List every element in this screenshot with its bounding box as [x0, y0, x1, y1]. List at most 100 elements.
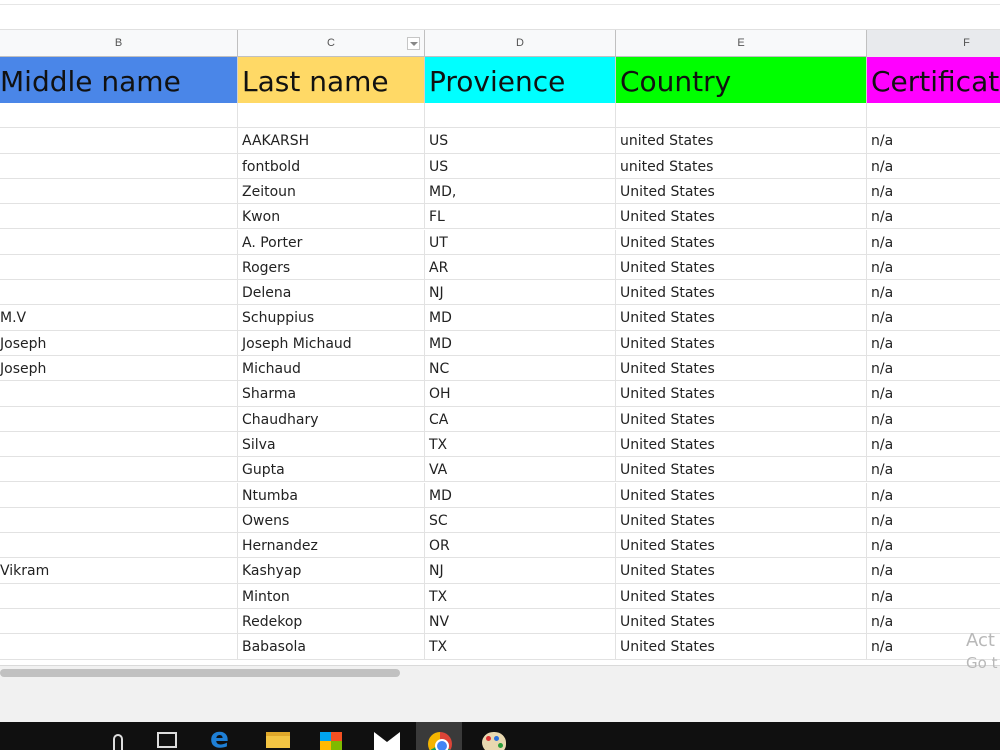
taskbar-file-explorer[interactable] — [254, 722, 300, 750]
cell-last-name[interactable]: Zeitoun — [238, 178, 425, 205]
cell-last-name[interactable]: Gupta — [238, 457, 425, 483]
cell-certificate[interactable]: n/a — [867, 432, 1000, 457]
filter-dropdown-icon[interactable] — [407, 37, 420, 50]
cell-middle-name[interactable]: Joseph — [0, 330, 238, 356]
cell-last-name[interactable]: Delena — [238, 280, 425, 306]
column-header-d[interactable]: D — [425, 30, 616, 57]
cell-last-name[interactable]: Silva — [238, 431, 425, 458]
column-header-c[interactable]: C — [238, 30, 425, 57]
cell-middle-name[interactable] — [0, 583, 238, 609]
cell-last-name[interactable]: Rogers — [238, 254, 425, 281]
cell-last-name[interactable] — [238, 103, 425, 129]
cell-certificate[interactable]: n/a — [867, 381, 1000, 406]
cell-province[interactable]: NV — [425, 609, 616, 635]
cell-province[interactable]: US — [425, 128, 616, 154]
cell-middle-name[interactable] — [0, 482, 238, 508]
cell-certificate[interactable]: n/a — [867, 255, 1000, 280]
cell-certificate[interactable]: n/a — [867, 483, 1000, 508]
cell-country[interactable]: United States — [616, 533, 867, 559]
taskbar-mail[interactable] — [362, 722, 408, 750]
cell-country[interactable]: United States — [616, 330, 867, 356]
cell-middle-name[interactable] — [0, 229, 238, 255]
cell-province[interactable]: UT — [425, 229, 616, 255]
cell-province[interactable]: MD — [425, 305, 616, 331]
cell-province[interactable]: US — [425, 153, 616, 179]
cell-certificate[interactable]: n/a — [867, 179, 1000, 204]
cell-country[interactable]: United States — [616, 634, 867, 660]
cell-middle-name[interactable] — [0, 457, 238, 483]
cell-country[interactable]: United States — [616, 583, 867, 609]
cell-middle-name[interactable] — [0, 128, 238, 154]
cell-last-name[interactable]: Joseph Michaud — [238, 330, 425, 356]
cell-last-name[interactable]: Owens — [238, 507, 425, 534]
cell-middle-name[interactable] — [0, 381, 238, 407]
cell-country[interactable]: United States — [616, 280, 867, 306]
taskbar-chrome[interactable] — [416, 722, 462, 750]
cell-middle-name[interactable] — [0, 103, 238, 129]
cell-province[interactable]: TX — [425, 583, 616, 609]
horizontal-scrollbar[interactable] — [0, 665, 1000, 679]
column-header-b[interactable]: B — [0, 30, 238, 57]
cell-certificate[interactable]: n/a — [867, 457, 1000, 482]
cell-certificate[interactable]: n/a — [867, 407, 1000, 432]
cell-certificate[interactable]: n/a — [867, 128, 1000, 153]
cell-country[interactable]: United States — [616, 356, 867, 382]
cell-country[interactable]: United States — [616, 609, 867, 635]
cell-last-name[interactable]: Babasola — [238, 634, 425, 660]
cell-last-name[interactable]: Kashyap — [238, 558, 425, 584]
cell-province[interactable]: FL — [425, 204, 616, 230]
cell-last-name[interactable]: Minton — [238, 583, 425, 609]
cell-country[interactable] — [616, 103, 867, 129]
cell-province[interactable]: VA — [425, 457, 616, 483]
cell-last-name[interactable]: Hernandez — [238, 533, 425, 559]
cell-country[interactable]: United States — [616, 178, 867, 205]
cell-province[interactable]: OH — [425, 381, 616, 407]
cell-last-name[interactable]: fontbold — [238, 153, 425, 179]
header-cell-country[interactable]: Country — [616, 57, 867, 103]
header-cell-middle-name[interactable]: Middle name — [0, 57, 238, 103]
taskbar-edge[interactable]: e — [200, 722, 246, 750]
cell-province[interactable]: NC — [425, 356, 616, 382]
cell-province[interactable]: AR — [425, 254, 616, 281]
taskbar-task-view[interactable] — [146, 722, 192, 750]
cell-country[interactable]: united States — [616, 128, 867, 154]
taskbar-paint[interactable] — [470, 722, 516, 750]
cell-certificate[interactable]: n/a — [867, 558, 1000, 583]
cell-last-name[interactable]: Sharma — [238, 381, 425, 407]
cell-province[interactable]: MD, — [425, 178, 616, 205]
cell-middle-name[interactable] — [0, 406, 238, 432]
cell-middle-name[interactable] — [0, 634, 238, 660]
cell-country[interactable]: United States — [616, 482, 867, 508]
cell-last-name[interactable]: AAKARSH — [238, 128, 425, 154]
scrollbar-thumb[interactable] — [0, 669, 400, 677]
cell-country[interactable]: United States — [616, 558, 867, 584]
header-cell-last-name[interactable]: Last name — [238, 57, 425, 103]
cell-province[interactable]: NJ — [425, 280, 616, 306]
cell-country[interactable]: United States — [616, 229, 867, 255]
cell-middle-name[interactable]: M.V — [0, 305, 238, 331]
cell-middle-name[interactable]: Vikram — [0, 558, 238, 584]
cell-country[interactable]: United States — [616, 381, 867, 407]
taskbar-microphone[interactable] — [100, 722, 146, 750]
cell-last-name[interactable]: Kwon — [238, 204, 425, 230]
cell-middle-name[interactable] — [0, 178, 238, 205]
cell-certificate[interactable]: n/a — [867, 305, 1000, 330]
cell-province[interactable]: NJ — [425, 558, 616, 584]
cell-middle-name[interactable] — [0, 280, 238, 306]
cell-middle-name[interactable] — [0, 431, 238, 458]
cell-country[interactable]: United States — [616, 431, 867, 458]
cell-certificate[interactable]: n/a — [867, 584, 1000, 609]
cell-certificate[interactable]: n/a — [867, 331, 1000, 356]
column-header-f[interactable]: F — [867, 30, 1000, 57]
cell-country[interactable]: United States — [616, 457, 867, 483]
cell-province[interactable]: TX — [425, 431, 616, 458]
cell-province[interactable]: SC — [425, 507, 616, 534]
cell-middle-name[interactable] — [0, 609, 238, 635]
cell-province[interactable]: MD — [425, 330, 616, 356]
cell-last-name[interactable]: Chaudhary — [238, 406, 425, 432]
cell-country[interactable]: United States — [616, 406, 867, 432]
cell-certificate[interactable]: n/a — [867, 508, 1000, 533]
cell-last-name[interactable]: Redekop — [238, 609, 425, 635]
cell-last-name[interactable]: Michaud — [238, 356, 425, 382]
header-cell-province[interactable]: Provience — [425, 57, 616, 103]
